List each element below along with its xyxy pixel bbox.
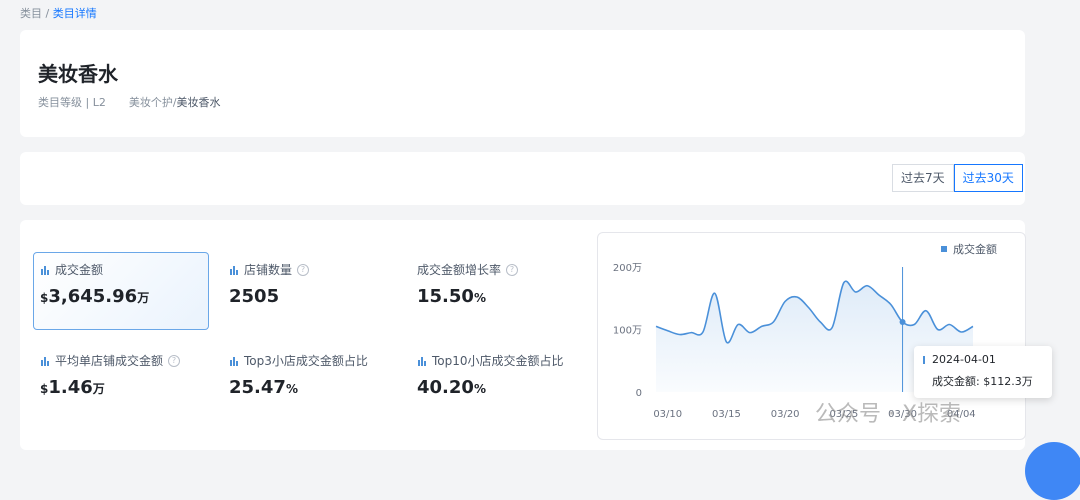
legend-label: 成交金额 [953, 242, 997, 256]
bar-chart-icon [41, 265, 49, 275]
y-tick-label: 200万 [613, 263, 642, 274]
metric-label: Top3小店成交金额占比 [244, 354, 368, 368]
chart-legend[interactable]: 成交金额 [941, 242, 997, 256]
metric-value: 2505 [229, 286, 280, 307]
metric-label: 平均单店铺成交金额 [55, 354, 164, 368]
category-header-card [20, 30, 1025, 137]
help-icon[interactable]: ? [506, 263, 519, 276]
bar-chart-icon [41, 356, 49, 366]
metric-label: 成交金额增长率 [417, 263, 502, 277]
metric-label: 店铺数量 [244, 263, 293, 277]
range-30-days-button[interactable]: 过去30天 [953, 164, 1023, 192]
x-tick-label: 03/20 [771, 409, 800, 420]
chart-tooltip: 2024-04-01 成交金额: $112.3万 [914, 346, 1052, 398]
metric-top10-share[interactable]: Top10小店成交金额占比 40.20% [417, 352, 564, 398]
y-tick-label: 0 [636, 388, 642, 399]
category-path-prefix: 美妆个护/ [128, 96, 177, 109]
time-range-toggle: 过去7天 过去30天 [892, 164, 1023, 192]
highlight-point [899, 319, 906, 325]
time-range-card [20, 152, 1025, 205]
floating-action-button[interactable] [1025, 442, 1080, 500]
breadcrumb-separator: / [45, 7, 50, 20]
metric-value: 15.50% [417, 286, 486, 307]
bar-chart-icon [230, 356, 238, 366]
metric-value: $1.46万 [40, 377, 105, 398]
gmv-trend-chart: 成交金额 0 100万 200万 03/10 03/15 03/20 03/25 03/30 0… [597, 232, 1026, 440]
help-icon[interactable]: ? [168, 354, 181, 367]
x-tick-label: 03/15 [712, 409, 741, 420]
metric-value: 40.20% [417, 377, 486, 398]
breadcrumb: 类目 / 类目详情 [20, 5, 97, 21]
breadcrumb-current: 类目详情 [52, 7, 97, 20]
range-7-days-button[interactable]: 过去7天 [892, 164, 954, 192]
metric-gmv-growth[interactable]: 成交金额增长率? 15.50% [417, 261, 519, 307]
category-meta: 类目等级 | L2 美妆个护/美妆香水 [38, 94, 221, 110]
tooltip-marker [923, 356, 925, 364]
legend-swatch [941, 246, 947, 252]
metric-value: 25.47% [229, 377, 298, 398]
y-tick-label: 100万 [613, 326, 642, 337]
bar-chart-icon [230, 265, 238, 275]
metric-label: Top10小店成交金额占比 [432, 354, 564, 368]
metric-value: $3,645.96万 [40, 286, 150, 307]
metric-top3-share[interactable]: Top3小店成交金额占比 25.47% [229, 352, 368, 398]
category-level: 类目等级 | L2 [38, 96, 106, 109]
page-title: 美妆香水 [38, 62, 118, 86]
tooltip-date: 2024-04-01 [932, 353, 996, 366]
metric-shop-count[interactable]: 店铺数量? 2505 [229, 261, 310, 307]
tooltip-value: 成交金额: $112.3万 [932, 375, 1033, 388]
x-tick-label: 03/10 [653, 409, 682, 420]
metric-gmv[interactable]: 成交金额 $3,645.96万 [40, 261, 149, 307]
metric-avg-shop-gmv[interactable]: 平均单店铺成交金额? $1.46万 [40, 352, 181, 398]
metric-label: 成交金额 [55, 263, 104, 277]
help-icon[interactable]: ? [297, 263, 310, 276]
watermark: 公众号 · X探索 [815, 402, 962, 427]
bar-chart-icon [418, 356, 426, 366]
breadcrumb-root[interactable]: 类目 [20, 7, 42, 20]
category-path-current: 美妆香水 [176, 96, 221, 109]
